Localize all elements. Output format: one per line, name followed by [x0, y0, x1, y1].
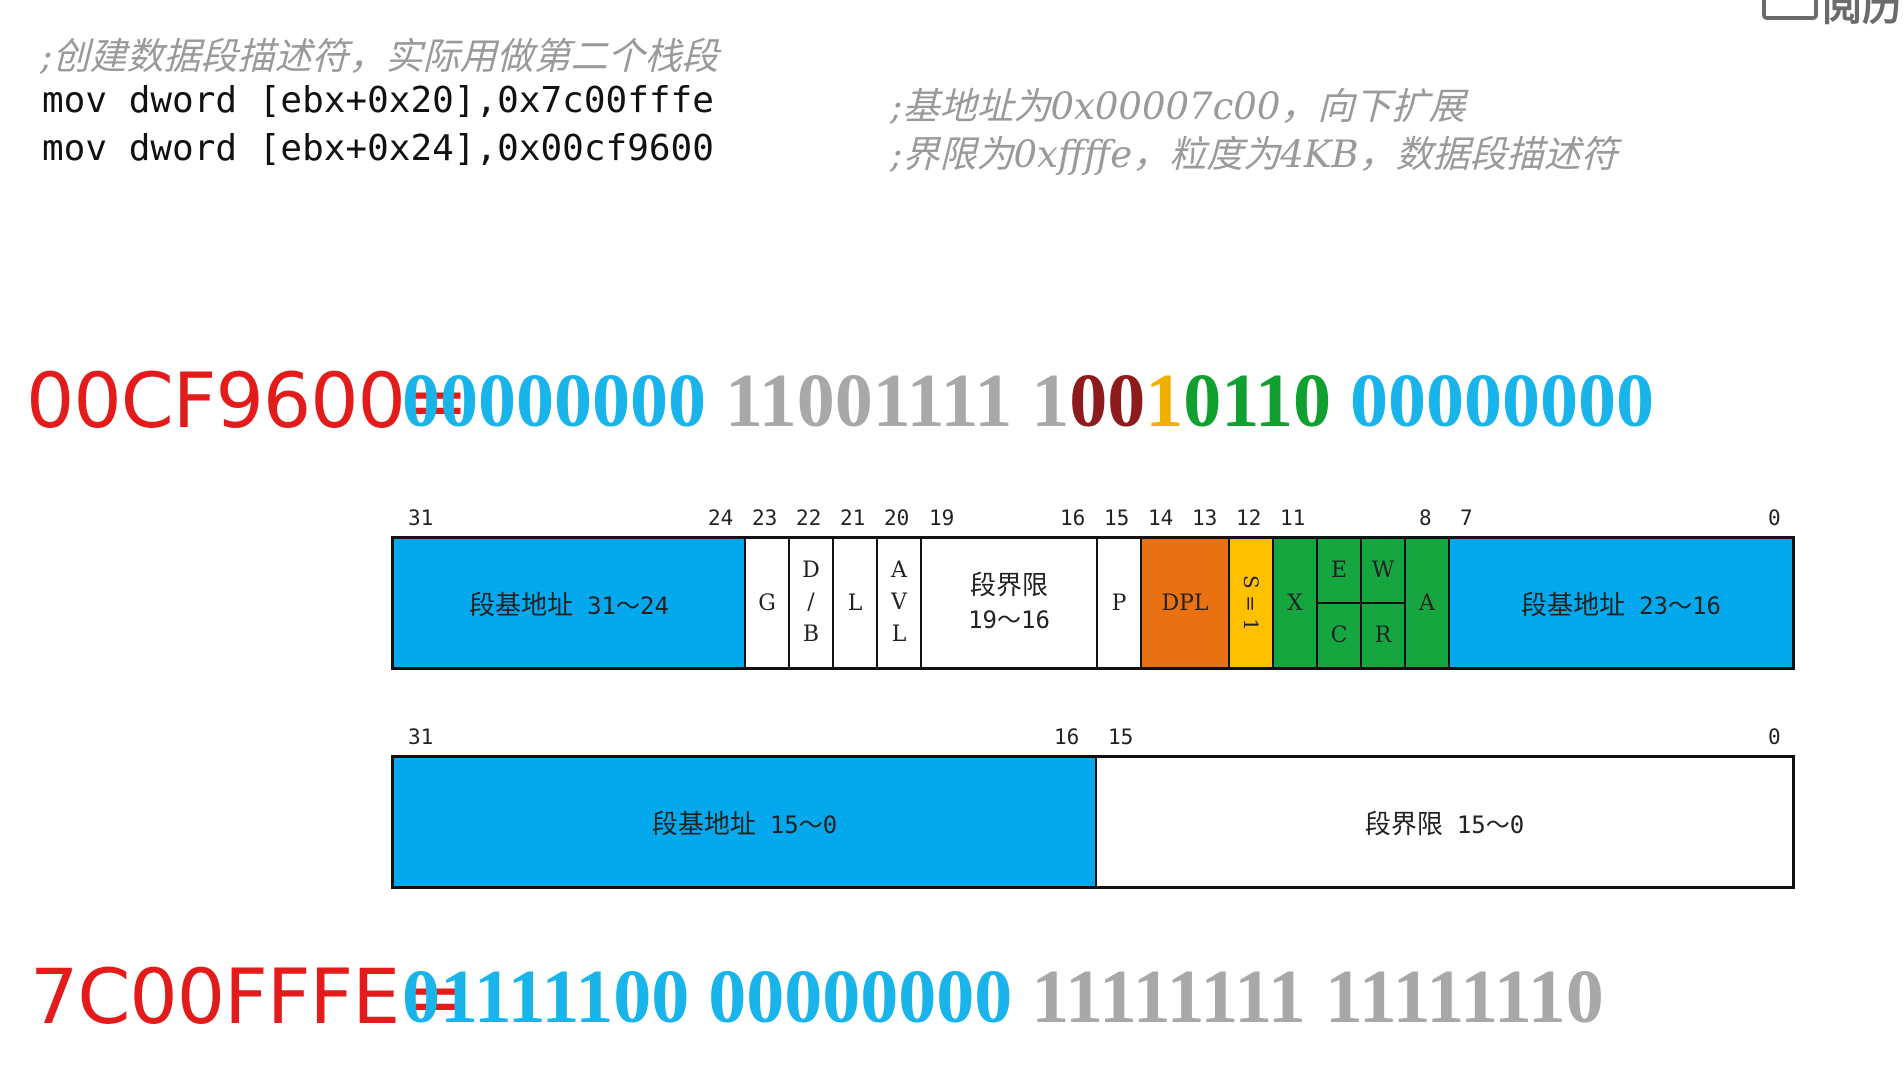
high-byte-4: 00000000: [1350, 359, 1655, 443]
code-comment-title: ;创建数据段描述符，实际用做第二个栈段: [40, 35, 719, 78]
low-bit-number-0: 0: [1768, 725, 1781, 749]
bit-number-31: 31: [408, 506, 434, 530]
high-byte-3-type: 0110: [1183, 359, 1332, 443]
bit-number-15: 15: [1104, 506, 1130, 530]
bit-number-14: 14: [1148, 506, 1174, 530]
high-byte-1: 00000000: [402, 359, 706, 443]
field-g: G: [746, 539, 790, 667]
low-byte-1: 01111100: [402, 955, 690, 1039]
low-bit-number-15: 15: [1108, 725, 1134, 749]
field-e: E: [1318, 539, 1360, 604]
low-bit-number-31: 31: [408, 725, 434, 749]
high-byte-3-dpl: 00: [1069, 359, 1146, 443]
field-base-23-16: 段基地址 23～16: [1450, 539, 1792, 667]
low-byte-4: 11111110: [1324, 955, 1604, 1039]
code-line-2: mov dword [ebx+0x24],0x00cf9600: [42, 128, 714, 169]
low-bit-number-16: 16: [1054, 725, 1080, 749]
corner-text: 阅历: [1822, 0, 1902, 30]
field-c: C: [1330, 623, 1348, 648]
field-e-c: E C: [1318, 539, 1362, 667]
bit-number-21: 21: [840, 506, 866, 530]
field-w: W: [1362, 539, 1404, 604]
field-p: P: [1098, 539, 1142, 667]
bit-number-7: 7: [1460, 506, 1473, 530]
bit-number-11: 11: [1280, 506, 1306, 530]
field-limit-15-0: 段界限 15～0: [1097, 758, 1792, 886]
field-s: S = 1: [1230, 539, 1274, 667]
low-byte-2: 00000000: [708, 955, 1013, 1039]
field-base-15-0: 段基地址 15～0: [394, 758, 1097, 886]
high-byte-3-s: 1: [1145, 359, 1184, 443]
bit-number-13: 13: [1192, 506, 1218, 530]
code-line-1: mov dword [ebx+0x20],0x7c00fffe: [42, 80, 714, 121]
field-limit-19-16: 段界限 19～16: [922, 539, 1098, 667]
high-byte-2: 11001111: [725, 359, 1013, 443]
low-byte-3: 11111111: [1031, 955, 1306, 1039]
bit-number-0: 0: [1768, 506, 1781, 530]
code-line-2-comment: ;界限为0xffffe，粒度为4KB，数据段描述符: [890, 133, 1618, 176]
bit-number-20: 20: [884, 506, 910, 530]
field-r: R: [1374, 623, 1392, 648]
field-l: L: [834, 539, 878, 667]
high-byte-3-bit-7: 1: [1031, 359, 1070, 443]
field-base-31-24: 段基地址 31～24: [394, 539, 746, 667]
field-dpl: DPL: [1142, 539, 1230, 667]
code-line-1-comment: ;基地址为0x00007c00，向下扩展: [890, 85, 1466, 128]
bit-number-16: 16: [1060, 506, 1086, 530]
low-hex-label: 7C00FFFE=: [30, 952, 463, 1041]
low-descriptor-row: 段基地址 15～0 段界限 15～0: [391, 755, 1795, 889]
bit-number-12: 12: [1236, 506, 1262, 530]
low-binary: 01111100 00000000 11111111 11111110: [402, 954, 1604, 1041]
high-binary: 00000000 11001111 10010110 00000000: [402, 358, 1654, 445]
field-w-r: W R: [1362, 539, 1406, 667]
bit-number-19: 19: [929, 506, 955, 530]
bit-number-8: 8: [1419, 506, 1432, 530]
field-x: X: [1274, 539, 1318, 667]
field-avl: A V L: [878, 539, 922, 667]
high-descriptor-row: 段基地址 31～24 G D / B L A V L 段界限 19～16 P DP…: [391, 536, 1795, 670]
bit-number-22: 22: [796, 506, 822, 530]
corner-icon: [1762, 0, 1818, 20]
bit-number-23: 23: [752, 506, 778, 530]
field-a: A: [1406, 539, 1450, 667]
field-db: D / B: [790, 539, 834, 667]
bit-number-24: 24: [708, 506, 734, 530]
